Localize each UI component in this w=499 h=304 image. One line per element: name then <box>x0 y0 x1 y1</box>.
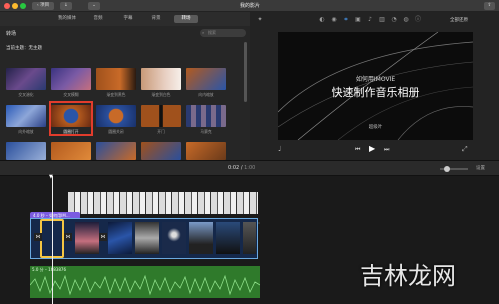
transition-thumb-zoom-in[interactable] <box>186 68 226 90</box>
share-icon: ⇪ <box>487 3 492 8</box>
tab-transitions[interactable]: 转场 <box>174 15 198 23</box>
video-preview[interactable]: 如何用IMOVIE 快速制作音乐相册 超级叶 <box>278 32 473 140</box>
info-icon[interactable]: ⓘ <box>414 16 422 24</box>
transition-thumb-cross-blur[interactable] <box>51 68 91 90</box>
window-title: 我的影片 <box>239 3 260 9</box>
transition-label: 向内缩放 <box>198 92 214 97</box>
transition-thumb-cross-dissolve[interactable] <box>6 68 46 90</box>
video-frame <box>108 222 132 254</box>
transition-label: 渐变到白色 <box>151 92 171 97</box>
back-projects-button[interactable]: ‹ 项目 <box>32 2 54 10</box>
current-theme-label: 当前主题：无主题 <box>6 46 42 51</box>
slide-subtitle: 如何用IMOVIE <box>355 76 396 83</box>
transition-thumb-fade-black[interactable] <box>96 68 136 90</box>
skip-back-icon[interactable]: ⏮ <box>355 146 360 154</box>
search-input[interactable]: ⌕ 搜索 <box>200 29 246 37</box>
slide-title: 快速制作音乐相册 <box>331 86 420 99</box>
back-projects-label: 项目 <box>40 3 50 8</box>
tab-audio[interactable]: 音频 <box>88 15 108 23</box>
transition-thumb[interactable] <box>6 142 46 160</box>
minimize-window-button[interactable] <box>12 3 18 9</box>
transition-label: 渐变到黑色 <box>106 92 126 97</box>
filter-icon[interactable]: ◍ <box>402 16 410 24</box>
video-frame <box>216 222 240 254</box>
share-button[interactable]: ⇪ <box>484 2 495 10</box>
transition-label: 交叉溶化 <box>18 92 34 97</box>
transition-marker-icon[interactable]: ⋈ <box>34 233 42 241</box>
transition-thumb-circle-close[interactable] <box>96 105 136 127</box>
fullscreen-icon[interactable]: ⤢ <box>462 145 468 154</box>
dropdown-button[interactable]: ⌄ <box>88 2 100 10</box>
transition-thumb[interactable] <box>186 142 226 160</box>
transition-thumb[interactable] <box>51 142 91 160</box>
transition-thumb-fade-white[interactable] <box>141 68 181 90</box>
transition-label: 圆圈打开 <box>63 129 79 134</box>
tab-titles[interactable]: 字幕 <box>118 15 138 23</box>
video-frame <box>162 222 186 254</box>
zoom-slider-knob[interactable] <box>444 166 450 172</box>
transition-label: 圆圈关闭 <box>108 129 124 134</box>
transition-browser: 转场 ⌕ 搜索 当前主题：无主题 交叉溶化 交叉模糊 渐变到黑色 渐变到白色 向… <box>0 26 250 160</box>
play-icon[interactable]: ▶ <box>369 144 375 153</box>
transition-thumb-zoom-out[interactable] <box>6 105 46 127</box>
stabilization-icon[interactable]: ▣ <box>354 16 362 24</box>
browser-scrollbar[interactable] <box>244 42 247 102</box>
reset-all-button[interactable]: 全部还原 <box>450 17 468 23</box>
media-tabs: 我的媒体 音频 字幕 背景 转场 <box>0 12 250 26</box>
zoom-slider[interactable] <box>440 166 468 172</box>
playhead[interactable] <box>52 176 53 304</box>
current-time: 0:02 <box>228 165 240 171</box>
timeline-header: 0:02 / 1:00 设置 <box>0 160 499 176</box>
playhead-handle-icon[interactable]: ▼ <box>49 174 53 180</box>
magic-wand-icon[interactable]: ✦ <box>256 16 264 24</box>
transition-thumb-doorway[interactable] <box>141 105 181 127</box>
chevron-down-icon: ⌄ <box>92 3 96 8</box>
qr-overlay-track[interactable] <box>68 192 258 214</box>
transition-marker-icon[interactable]: ⋈ <box>99 233 107 241</box>
audio-clip[interactable]: 5.0 分 – 1683876 <box>30 266 260 298</box>
video-frame <box>243 222 256 254</box>
transition-thumb-mosaic[interactable] <box>186 105 226 127</box>
browser-header: 转场 <box>6 31 17 37</box>
import-button[interactable]: ↓ <box>60 2 72 10</box>
video-frame <box>189 222 213 254</box>
zoom-window-button[interactable] <box>20 3 26 9</box>
video-frame <box>75 222 99 254</box>
skip-forward-icon[interactable]: ⏭ <box>384 146 389 154</box>
slide-caption: 超级叶 <box>368 125 383 130</box>
transition-thumb[interactable] <box>141 142 181 160</box>
transition-label: 交叉模糊 <box>63 92 79 97</box>
transition-label: 马赛克 <box>200 129 212 134</box>
title-bar: ‹ 项目 ↓ ⌄ 我的影片 ⇪ <box>0 0 499 12</box>
close-window-button[interactable] <box>4 3 10 9</box>
search-placeholder: 搜索 <box>208 30 216 35</box>
import-arrow-icon: ↓ <box>64 3 68 8</box>
timecode: 0:02 / 1:00 <box>228 165 256 171</box>
watermark: 吉林龙网 <box>360 262 456 290</box>
transition-thumb-circle-open[interactable] <box>51 105 91 127</box>
microphone-icon[interactable]: ♩ <box>278 145 281 153</box>
settings-button[interactable]: 设置 <box>476 165 485 171</box>
speed-icon[interactable]: ◔ <box>390 16 398 24</box>
total-time: 1:00 <box>244 165 256 171</box>
tab-backgrounds[interactable]: 背景 <box>146 15 166 23</box>
search-icon: ⌕ <box>202 30 205 35</box>
tab-my-media[interactable]: 我的媒体 <box>52 15 82 23</box>
crop-icon[interactable]: ⌗ <box>342 16 350 24</box>
transition-label: 开门 <box>157 129 165 134</box>
video-frame <box>135 222 159 254</box>
audio-waveform <box>30 274 260 296</box>
volume-icon[interactable]: ♪ <box>366 16 374 24</box>
transition-marker-icon[interactable]: ⋈ <box>64 233 72 241</box>
transition-thumb[interactable] <box>96 142 136 160</box>
color-balance-icon[interactable]: ◐ <box>318 16 326 24</box>
transition-label: 向外缩放 <box>18 129 34 134</box>
noise-reduction-icon[interactable]: ▥ <box>378 16 386 24</box>
color-correction-icon[interactable]: ◉ <box>330 16 338 24</box>
